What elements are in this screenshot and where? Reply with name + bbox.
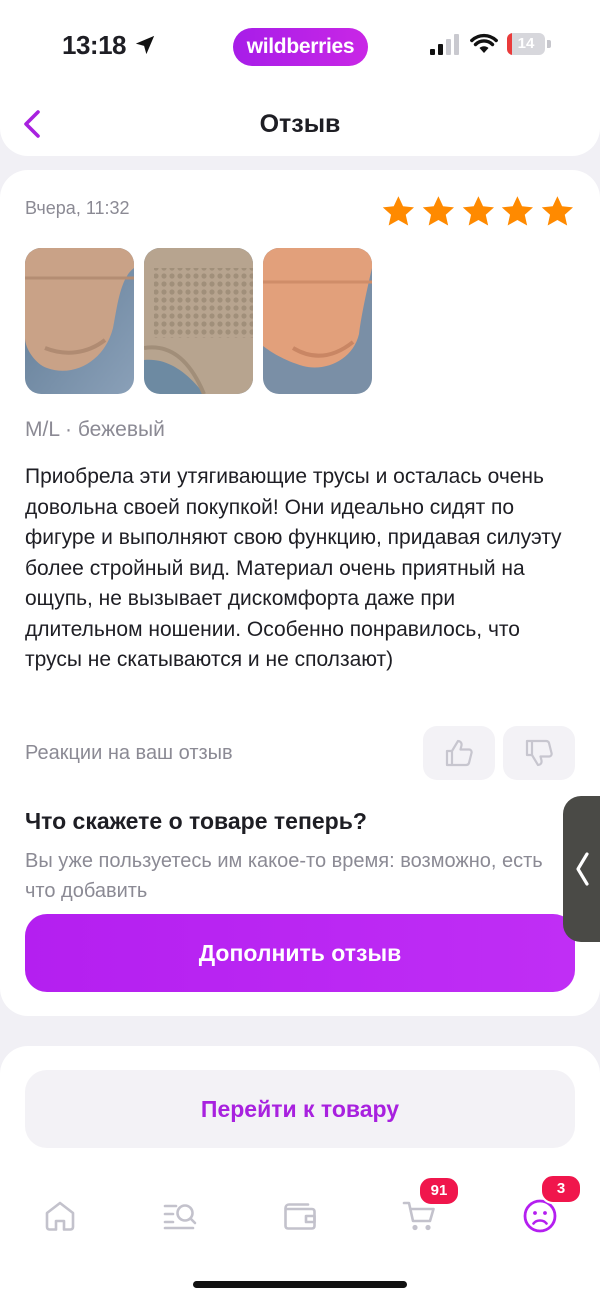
battery-level: 14	[517, 35, 535, 52]
review-photo[interactable]	[144, 248, 253, 394]
add-review-title: Что скажете о товаре теперь?	[25, 808, 367, 834]
like-button[interactable]	[423, 726, 495, 780]
tab-wallet[interactable]	[270, 1186, 330, 1246]
review-photos	[25, 248, 372, 394]
star-icon	[382, 196, 414, 226]
star-icon	[462, 196, 494, 226]
wifi-icon	[470, 33, 498, 53]
cart-badge: 91	[418, 1176, 460, 1206]
page-header: Отзыв	[0, 92, 600, 156]
wallet-icon	[284, 1203, 316, 1230]
page-title: Отзыв	[259, 110, 341, 138]
tab-home[interactable]	[30, 1186, 90, 1246]
review-date: Вчера, 11:32	[25, 198, 130, 218]
add-review-subtitle: Вы уже пользуетесь им какое-то время: во…	[25, 850, 543, 902]
location-arrow-icon	[135, 35, 155, 55]
chevron-left-icon	[576, 852, 589, 886]
star-icon	[502, 196, 534, 226]
home-indicator	[193, 1281, 407, 1288]
star-icon	[422, 196, 454, 226]
rating-stars	[380, 194, 576, 230]
app-badge: wildberries	[233, 28, 368, 66]
tab-profile[interactable]: 3	[510, 1174, 582, 1246]
go-to-product-button[interactable]: Перейти к товару	[25, 1070, 575, 1148]
tab-cart[interactable]: 91	[390, 1176, 460, 1246]
battery-indicator: 14	[507, 33, 551, 55]
review-text: Приобрела эти утягивающие трусы и остала…	[25, 465, 562, 671]
review-photo[interactable]	[25, 248, 134, 394]
review-photo[interactable]	[263, 248, 372, 394]
tab-bar: 91 3	[0, 1174, 600, 1246]
thumbs-down-icon	[525, 739, 553, 767]
status-time: 13:18	[62, 30, 127, 60]
reactions-label: Реакции на ваш отзыв	[25, 742, 233, 764]
dislike-button[interactable]	[503, 726, 575, 780]
review-card: Вчера, 11:32 M/L · бежевый Приобрела эти…	[0, 170, 600, 1016]
profile-badge: 3	[540, 1174, 582, 1204]
cellular-signal-icon	[430, 34, 459, 55]
tab-catalog[interactable]	[150, 1186, 210, 1246]
home-icon	[45, 1201, 75, 1231]
star-icon	[541, 196, 574, 226]
bottom-panel: Перейти к товару 91 3	[0, 1046, 600, 1300]
catalog-search-icon	[163, 1204, 197, 1230]
add-review-button[interactable]: Дополнить отзыв	[25, 914, 575, 992]
status-bar: 13:18 wildberries 14	[0, 0, 600, 92]
review-variant: M/L · бежевый	[25, 418, 165, 441]
side-panel-handle[interactable]	[563, 796, 600, 942]
thumbs-up-icon	[445, 739, 473, 767]
